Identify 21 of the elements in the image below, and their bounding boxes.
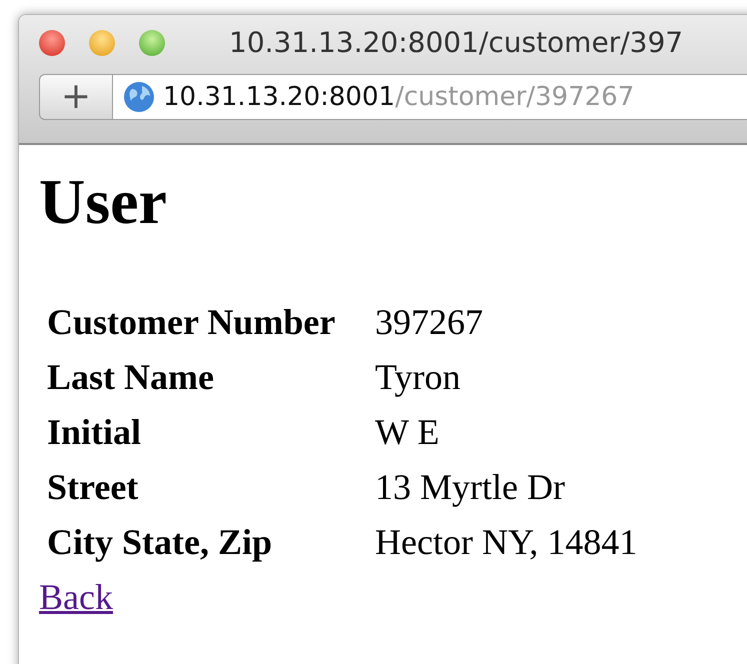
close-icon[interactable] [39,30,65,56]
field-label: Customer Number [47,301,336,344]
address-field[interactable]: 10.31.13.20:8001/customer/397267 [113,74,747,120]
url-text: 10.31.13.20:8001 [163,82,396,112]
page-heading: User [39,165,168,239]
field-label: City State, Zip [47,521,273,564]
minimize-icon[interactable] [89,30,115,56]
field-value: Hector NY, 14841 [375,521,638,564]
window-title: 10.31.13.20:8001/customer/397 [229,25,684,61]
field-value: 13 Myrtle Dr [375,466,565,510]
field-label: Street [47,466,140,510]
new-tab-button[interactable]: + [39,74,113,120]
field-value: Tyron [375,356,460,400]
field-value: 397267 [375,301,483,344]
back-link[interactable]: Back [39,576,113,617]
field-value: W E [375,411,440,454]
zoom-icon[interactable] [139,30,165,56]
globe-icon [123,81,155,113]
field-label: Last Name [47,356,215,400]
url-text: /customer/397267 [395,82,634,112]
field-label: Initial [47,411,142,454]
